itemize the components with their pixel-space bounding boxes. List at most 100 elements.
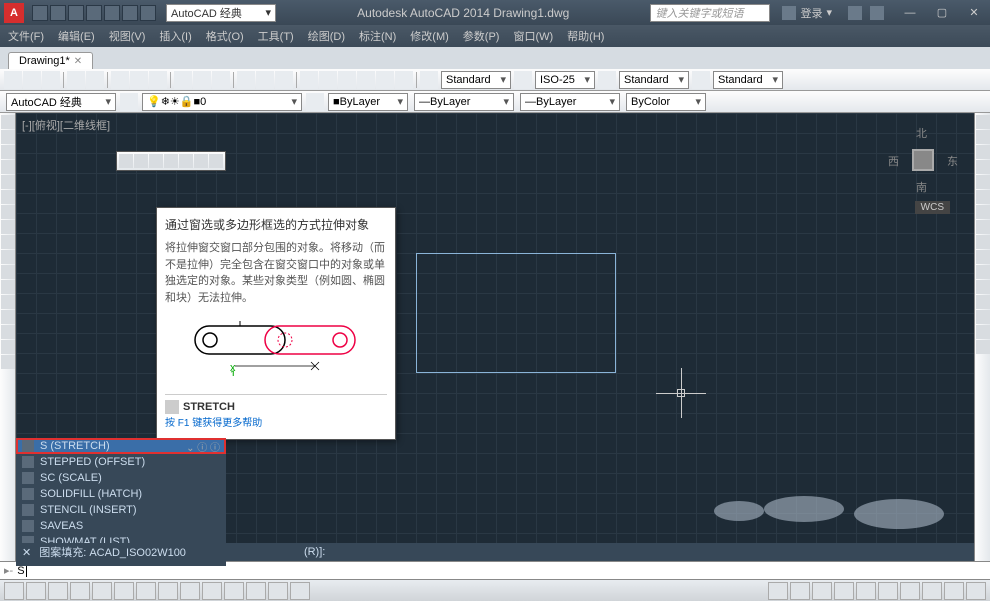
lineweight-selector[interactable]: — ByLayer (520, 93, 620, 111)
point-icon[interactable] (1, 280, 15, 294)
ft-zoom-extents-icon[interactable] (134, 154, 148, 168)
compass-south[interactable]: 南 (916, 179, 927, 195)
chamfer-icon[interactable] (976, 310, 990, 324)
gradient-icon[interactable] (1, 310, 15, 324)
polygon-icon[interactable] (1, 145, 15, 159)
compass-west[interactable]: 西 (888, 153, 899, 169)
tb-match-icon[interactable] (174, 71, 192, 89)
menu-tools[interactable]: 工具(T) (258, 28, 294, 44)
sb-osnap-icon[interactable] (92, 582, 112, 600)
pline-icon[interactable] (1, 130, 15, 144)
workspace-dropdown[interactable]: AutoCAD 经典 (6, 93, 116, 111)
maximize-button[interactable]: ▢ (926, 3, 958, 23)
sb-dyn-icon[interactable] (180, 582, 200, 600)
qat-saveas-icon[interactable] (86, 5, 102, 21)
array-icon[interactable] (976, 175, 990, 189)
insert-icon[interactable] (1, 250, 15, 264)
menu-insert[interactable]: 插入(I) (159, 28, 191, 44)
app-logo[interactable]: A (4, 3, 24, 23)
tb-tp-icon[interactable] (338, 71, 356, 89)
arc-icon[interactable] (1, 175, 15, 189)
menu-edit[interactable]: 编辑(E) (58, 28, 95, 44)
tb-zoom-icon[interactable] (256, 71, 274, 89)
mtext-icon[interactable] (1, 355, 15, 369)
ellarc-icon[interactable] (1, 235, 15, 249)
tb-cut-icon[interactable] (111, 71, 129, 89)
autocomplete-item[interactable]: STENCIL (INSERT) (16, 502, 226, 518)
view-cube[interactable]: 北 南 东 西 (888, 125, 958, 195)
tb-preview-icon[interactable] (86, 71, 104, 89)
text-style-selector[interactable]: Standard (441, 71, 511, 89)
ft-pan-icon[interactable] (119, 154, 133, 168)
sb-3dosnap-icon[interactable] (114, 582, 134, 600)
break-icon[interactable] (976, 280, 990, 294)
sb-ducs-icon[interactable] (158, 582, 178, 600)
sb-lwt-icon[interactable] (202, 582, 222, 600)
qat-plot-icon[interactable] (104, 5, 120, 21)
pr-layerprops-icon[interactable] (120, 93, 138, 111)
tb-tablestyle-icon[interactable] (598, 71, 616, 89)
sb-am-icon[interactable] (290, 582, 310, 600)
menu-dimension[interactable]: 标注(N) (359, 28, 396, 44)
stretch-tool-icon[interactable] (976, 235, 990, 249)
tb-redo-icon[interactable] (212, 71, 230, 89)
ft-zoom-window-icon[interactable] (149, 154, 163, 168)
menu-view[interactable]: 视图(V) (109, 28, 146, 44)
compass-north[interactable]: 北 (916, 125, 927, 141)
table-icon[interactable] (1, 340, 15, 354)
layer-selector[interactable]: 💡❄☀🔒■ 0 (142, 93, 302, 111)
menu-format[interactable]: 格式(O) (206, 28, 244, 44)
scale-icon[interactable] (976, 220, 990, 234)
pr-layeriso-icon[interactable] (306, 93, 324, 111)
autocomplete-item[interactable]: S (STRETCH)⌄ ⓘ ⓘ (16, 438, 226, 454)
sb-tpy-icon[interactable] (224, 582, 244, 600)
viewport-label[interactable]: [-][俯视][二维线框] (22, 117, 110, 133)
sb-polar-icon[interactable] (70, 582, 90, 600)
tb-pan-icon[interactable] (237, 71, 255, 89)
ellipse-icon[interactable] (1, 220, 15, 234)
autocomplete-item[interactable]: SAVEAS (16, 518, 226, 534)
qat-redo-icon[interactable] (140, 5, 156, 21)
sb-ws-icon[interactable] (878, 582, 898, 600)
compass-east[interactable]: 东 (947, 153, 958, 169)
tb-dimstyle-icon[interactable] (514, 71, 532, 89)
ft-zoom-prev-icon[interactable] (164, 154, 178, 168)
tb-markup-icon[interactable] (376, 71, 394, 89)
tb-undo-icon[interactable] (193, 71, 211, 89)
rect-icon[interactable] (1, 160, 15, 174)
sb-qp-icon[interactable] (246, 582, 266, 600)
menu-file[interactable]: 文件(F) (8, 28, 44, 44)
qat-new-icon[interactable] (32, 5, 48, 21)
sb-grid-icon[interactable] (26, 582, 46, 600)
document-tab[interactable]: Drawing1* ✕ (8, 52, 93, 69)
rotate-icon[interactable] (976, 205, 990, 219)
tb-new-icon[interactable] (4, 71, 22, 89)
wcs-label[interactable]: WCS (915, 201, 950, 214)
mirror-icon[interactable] (976, 145, 990, 159)
autocomplete-item[interactable]: SOLIDFILL (HATCH) (16, 486, 226, 502)
copy-icon[interactable] (976, 130, 990, 144)
ft-zoom-realtime-icon[interactable] (179, 154, 193, 168)
sb-ann-scale-icon[interactable] (834, 582, 854, 600)
fillet-icon[interactable] (976, 325, 990, 339)
menu-draw[interactable]: 绘图(D) (308, 28, 345, 44)
ft-orbit-icon[interactable] (194, 154, 208, 168)
menu-modify[interactable]: 修改(M) (410, 28, 449, 44)
tb-plot-icon[interactable] (67, 71, 85, 89)
sb-model-icon[interactable] (768, 582, 788, 600)
tb-textstyle-icon[interactable] (420, 71, 438, 89)
sb-lock-icon[interactable] (900, 582, 920, 600)
exchange-icon[interactable] (848, 6, 862, 20)
sb-qv-icon[interactable] (812, 582, 832, 600)
block-icon[interactable] (1, 265, 15, 279)
tb-zoomprev-icon[interactable] (275, 71, 293, 89)
spline-icon[interactable] (1, 205, 15, 219)
explode-icon[interactable] (976, 340, 990, 354)
tb-properties-icon[interactable] (300, 71, 318, 89)
offset-icon[interactable] (976, 160, 990, 174)
help-icon[interactable] (870, 6, 884, 20)
tb-open-icon[interactable] (23, 71, 41, 89)
ml-style-selector[interactable]: Standard (713, 71, 783, 89)
menu-help[interactable]: 帮助(H) (567, 28, 604, 44)
sb-sc-icon[interactable] (268, 582, 288, 600)
